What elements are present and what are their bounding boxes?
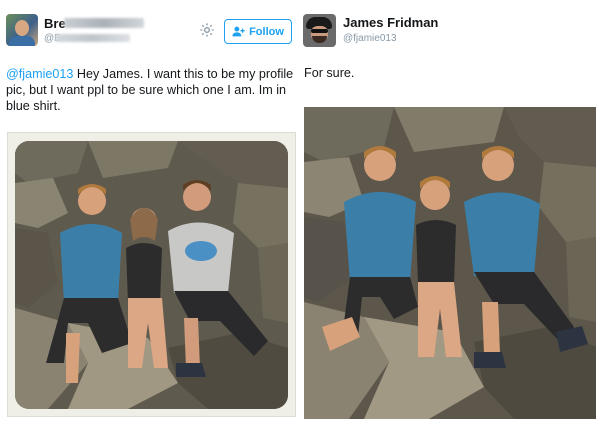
reply-tweet-text: For sure. [304, 66, 355, 80]
left-tweet: Bre @B Follow @fjamie013 Hey James. I wa… [0, 0, 296, 426]
mention-link[interactable]: @fjamie013 [6, 67, 73, 81]
avatar-glasses [311, 29, 328, 33]
james-fridman-avatar[interactable] [303, 14, 336, 47]
responder-handle[interactable]: @fjamie013 [343, 33, 397, 44]
responder-display-name[interactable]: James Fridman [343, 15, 438, 30]
edited-photo-image [304, 107, 596, 419]
follow-button-label: Follow [249, 25, 284, 38]
redacted-name-blur [64, 18, 144, 28]
right-tweet: James Fridman @fjamie013 For sure. [300, 0, 600, 426]
avatar-face [15, 20, 29, 36]
redacted-handle-blur [55, 34, 130, 42]
avatar-beard [312, 36, 327, 43]
requester-avatar[interactable] [6, 14, 38, 46]
request-tweet-text: @fjamie013 Hey James. I want this to be … [6, 66, 296, 114]
avatar-shirt [9, 36, 35, 46]
requester-display-name[interactable]: Bre [44, 16, 66, 31]
edited-photo[interactable] [304, 107, 596, 419]
settings-gear-icon[interactable] [199, 22, 215, 38]
follow-button[interactable]: Follow [224, 19, 292, 44]
original-photo-frame[interactable] [7, 132, 296, 417]
follow-person-icon [232, 26, 245, 37]
original-photo [15, 141, 288, 409]
